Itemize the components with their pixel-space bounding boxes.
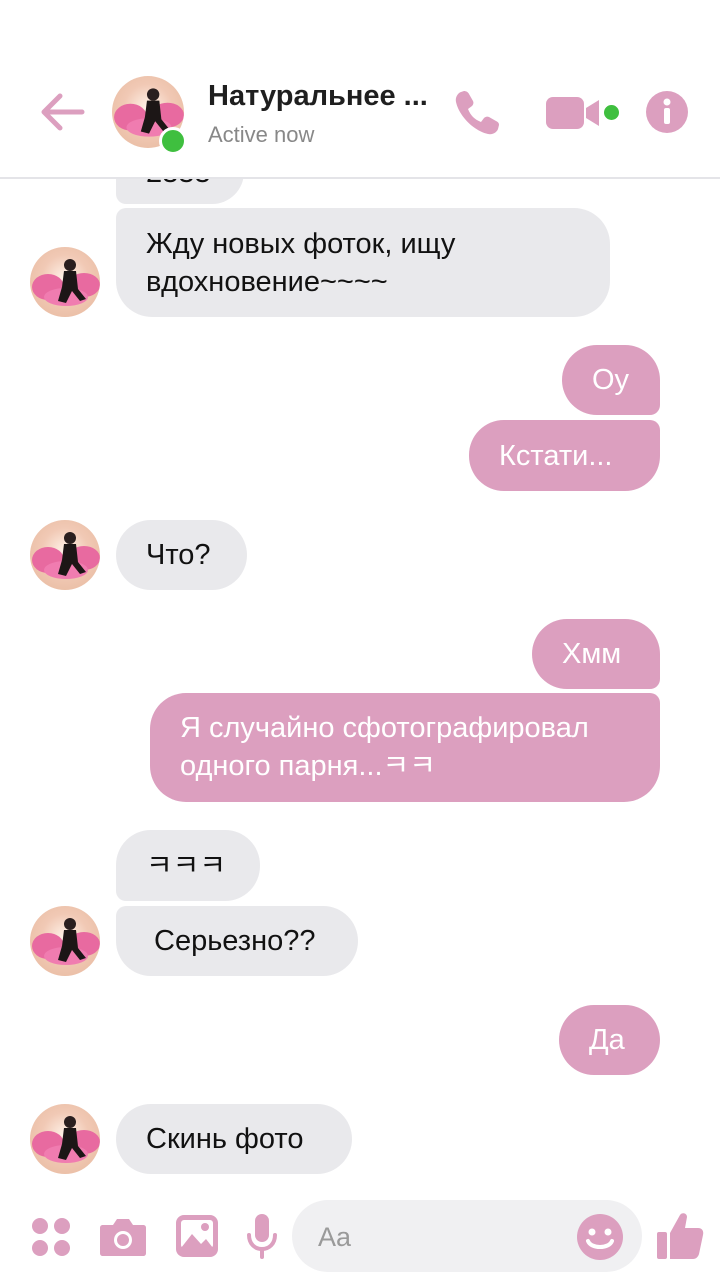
message-bubble-outgoing[interactable]: Хмм bbox=[532, 619, 660, 689]
contact-photo bbox=[32, 259, 100, 306]
message-bubble-incoming[interactable]: Жду новых фоток, ищу вдохновение~~~~ bbox=[116, 208, 610, 317]
microphone-icon[interactable] bbox=[247, 1213, 277, 1259]
message-text: Что? bbox=[146, 539, 211, 571]
message-text: Кстати... bbox=[499, 440, 613, 472]
message-bubble-incoming[interactable]: Скинь фото bbox=[116, 1104, 352, 1174]
message-text-line: Я случайно сфотографировал bbox=[180, 712, 589, 744]
contact-photo bbox=[32, 918, 100, 965]
online-status-dot bbox=[159, 127, 187, 155]
contact-avatar[interactable] bbox=[30, 906, 100, 976]
gallery-icon[interactable] bbox=[175, 1214, 219, 1258]
message-bubble-incoming[interactable]: Серьезно?? bbox=[116, 906, 358, 976]
message-thread[interactable]: 2333 Жду новых фоток, ищу вдохновение~~~… bbox=[0, 0, 720, 1280]
contact-photo bbox=[32, 532, 100, 579]
message-bubble-outgoing[interactable]: Да bbox=[559, 1005, 660, 1075]
message-bubble-outgoing[interactable]: Кстати... bbox=[469, 420, 660, 491]
message-text-line: одного парня...ㅋㅋ bbox=[180, 750, 436, 782]
message-input-placeholder: Aa bbox=[318, 1222, 352, 1252]
phone-icon[interactable] bbox=[452, 88, 502, 138]
info-icon[interactable] bbox=[645, 90, 689, 134]
contact-name[interactable]: Натуральнее ... bbox=[208, 80, 428, 113]
message-bubble-incoming[interactable]: ㅋㅋㅋ bbox=[116, 830, 260, 901]
contact-avatar[interactable] bbox=[30, 247, 100, 317]
emoji-icon[interactable] bbox=[576, 1213, 624, 1261]
chat-header: Натуральнее ... Active now bbox=[0, 0, 720, 179]
message-text: Серьезно?? bbox=[154, 925, 316, 957]
contact-photo bbox=[32, 1116, 100, 1163]
back-arrow-icon[interactable] bbox=[38, 90, 86, 134]
message-bubble-incoming[interactable]: Что? bbox=[116, 520, 247, 590]
message-text: Оу bbox=[592, 364, 630, 396]
message-text: Да bbox=[589, 1024, 625, 1056]
message-text-line: Жду новых фоток, ищу bbox=[146, 228, 456, 260]
message-text-line: вдохновение~~~~ bbox=[146, 266, 388, 298]
message-text: Скинь фото bbox=[146, 1123, 304, 1155]
contact-status: Active now bbox=[208, 122, 315, 147]
message-bubble-outgoing[interactable]: Я случайно сфотографировал одного парня.… bbox=[150, 693, 660, 802]
menu-dots-icon[interactable] bbox=[30, 1216, 72, 1258]
message-text: ㅋㅋㅋ bbox=[146, 850, 227, 882]
video-active-dot bbox=[604, 105, 619, 120]
camera-icon[interactable] bbox=[99, 1215, 147, 1257]
contact-avatar[interactable] bbox=[30, 520, 100, 590]
contact-avatar[interactable] bbox=[30, 1104, 100, 1174]
video-camera-icon[interactable] bbox=[545, 94, 603, 132]
message-bubble-outgoing[interactable]: Оу bbox=[562, 345, 660, 415]
message-text: Хмм bbox=[562, 638, 622, 670]
thumbs-up-icon[interactable] bbox=[656, 1211, 704, 1261]
